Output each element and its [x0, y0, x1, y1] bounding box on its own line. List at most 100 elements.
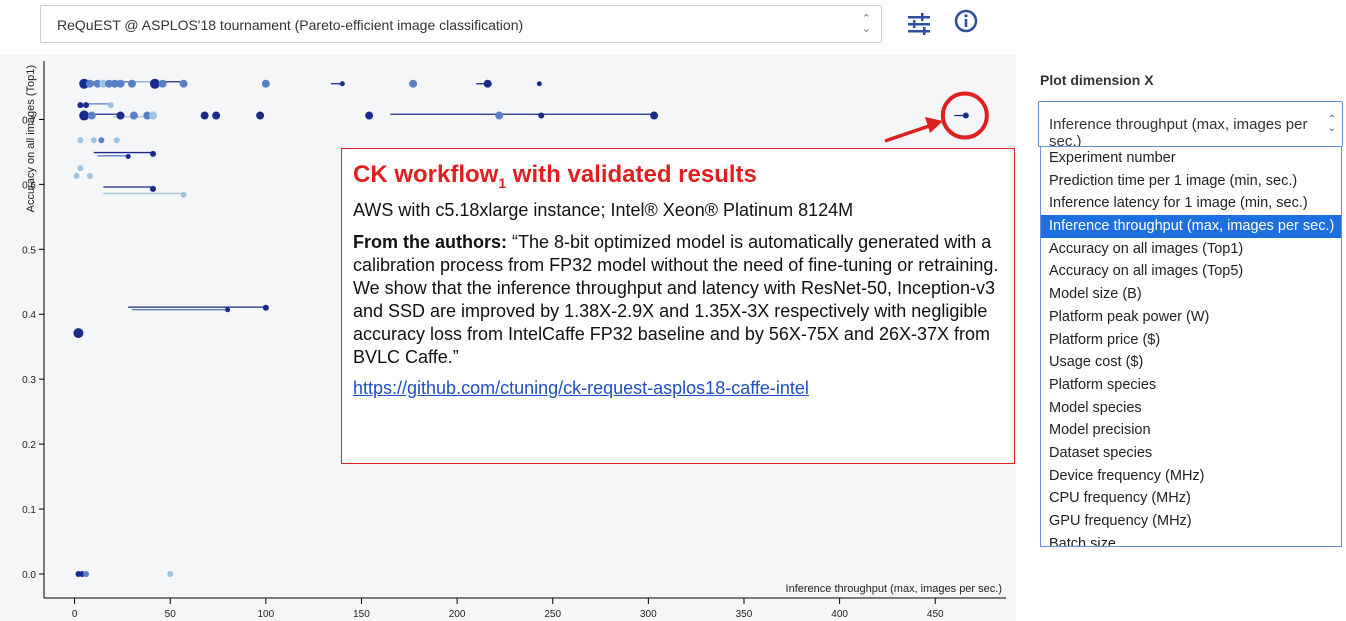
- x-tick-label: 100: [258, 609, 275, 620]
- data-point: [962, 112, 969, 119]
- data-point: [261, 79, 270, 88]
- x-tick-label: 350: [736, 609, 753, 620]
- data-point: [180, 191, 187, 198]
- data-point: [73, 328, 84, 339]
- dimension-option[interactable]: Prediction time per 1 image (min, sec.): [1041, 170, 1341, 193]
- data-point: [86, 172, 93, 179]
- data-point: [495, 111, 504, 120]
- y-tick-label: 0.2: [22, 440, 36, 451]
- y-tick-label: 0.4: [22, 310, 36, 321]
- data-point: [149, 111, 158, 120]
- data-point: [179, 79, 188, 88]
- dimension-option[interactable]: Platform price ($): [1041, 329, 1341, 352]
- callout-github-link[interactable]: https://github.com/ctuning/ck-request-as…: [353, 378, 809, 398]
- x-tick-label: 50: [165, 609, 177, 620]
- callout-authors-label: From the authors:: [353, 231, 508, 252]
- highlight-arrow: [884, 123, 933, 143]
- dimension-option[interactable]: Inference latency for 1 image (min, sec.…: [1041, 192, 1341, 215]
- data-point: [79, 110, 90, 121]
- dimension-option[interactable]: Model precision: [1041, 419, 1341, 442]
- sliders-icon[interactable]: [904, 9, 934, 39]
- x-tick-label: 0: [72, 609, 78, 620]
- dimension-option[interactable]: Platform species: [1041, 374, 1341, 397]
- y-tick-label: 0.5: [22, 245, 36, 256]
- dimension-option[interactable]: GPU frequency (MHz): [1041, 510, 1341, 533]
- x-tick-label: 450: [927, 609, 944, 620]
- data-point: [107, 102, 114, 109]
- data-point: [116, 79, 125, 88]
- dimension-option[interactable]: Inference throughput (max, images per se…: [1041, 215, 1341, 238]
- y-axis-label: Accuracy on all images (Top1): [25, 65, 37, 212]
- dimension-option[interactable]: Model species: [1041, 397, 1341, 420]
- y-tick-label: 0.3: [22, 375, 36, 386]
- data-point: [73, 172, 80, 179]
- info-icon[interactable]: [953, 9, 983, 39]
- callout-title-subscript: 1: [498, 174, 507, 191]
- data-point: [90, 137, 97, 144]
- dimension-option[interactable]: Accuracy on all images (Top5): [1041, 260, 1341, 283]
- tournament-select[interactable]: ReQuEST @ ASPLOS'18 tournament (Pareto-e…: [40, 5, 882, 43]
- plot-dimension-select[interactable]: Inference throughput (max, images per se…: [1038, 101, 1343, 150]
- plot-dimension-selected: Inference throughput (max, images per se…: [1049, 116, 1308, 150]
- callout-platform: AWS with c5.18xlarge instance; Intel® Xe…: [353, 199, 854, 220]
- data-point: [129, 111, 138, 120]
- data-point: [158, 79, 167, 88]
- data-point: [116, 111, 125, 120]
- x-tick-label: 400: [831, 609, 848, 620]
- callout-authors: From the authors: “The 8-bit optimized m…: [353, 231, 1003, 369]
- data-point: [150, 185, 157, 192]
- callout-title-rest: with validated results: [506, 161, 757, 188]
- dimension-option[interactable]: Batch size: [1041, 533, 1341, 546]
- x-axis-label: Inference throughput (max, images per se…: [786, 583, 1002, 595]
- dimension-option[interactable]: Model size (B): [1041, 283, 1341, 306]
- dimension-option[interactable]: Dataset species: [1041, 442, 1341, 465]
- chevron-updown-icon: ⌃ ⌄: [861, 13, 871, 35]
- data-point: [365, 111, 374, 120]
- callout-title-main: CK workflow: [353, 161, 499, 188]
- x-tick-label: 300: [640, 609, 657, 620]
- data-point: [149, 78, 160, 89]
- y-tick-label: 0.1: [22, 505, 36, 516]
- tournament-select-value: ReQuEST @ ASPLOS'18 tournament (Pareto-e…: [57, 17, 524, 33]
- data-point: [113, 137, 120, 144]
- data-point: [225, 307, 231, 313]
- data-point: [483, 79, 492, 88]
- data-point: [83, 570, 90, 577]
- data-point: [85, 79, 94, 88]
- data-point: [339, 81, 345, 87]
- data-point: [409, 79, 418, 88]
- data-point: [127, 79, 136, 88]
- dimension-option[interactable]: Platform peak power (W): [1041, 306, 1341, 329]
- dimension-option[interactable]: Experiment number: [1041, 147, 1341, 170]
- x-tick-label: 200: [449, 609, 466, 620]
- data-point: [212, 111, 221, 120]
- data-point: [125, 153, 131, 159]
- data-point: [262, 304, 269, 311]
- dimension-option[interactable]: CPU frequency (MHz): [1041, 487, 1341, 510]
- dimension-option[interactable]: Device frequency (MHz): [1041, 465, 1341, 488]
- plot-dimension-title: Plot dimension X: [1040, 72, 1154, 88]
- chevron-updown-icon: ⌃ ⌄: [1327, 114, 1336, 134]
- data-point: [77, 165, 84, 172]
- plot-dimension-options: Experiment number Prediction time per 1 i…: [1040, 146, 1342, 547]
- data-point: [77, 102, 84, 109]
- dimension-option[interactable]: Accuracy on all images (Top1): [1041, 238, 1341, 261]
- data-point: [200, 111, 209, 120]
- callout-title: CK workflow1 with validated results: [353, 161, 1003, 191]
- data-point: [538, 112, 545, 119]
- x-tick-label: 250: [544, 609, 561, 620]
- x-tick-label: 150: [353, 609, 370, 620]
- data-point: [87, 111, 96, 120]
- data-point: [150, 150, 157, 157]
- highlight-arrow-head: [925, 117, 943, 133]
- data-point: [98, 137, 105, 144]
- data-point: [83, 102, 90, 109]
- callout-authors-text: “The 8-bit optimized model is automatica…: [353, 231, 999, 367]
- y-tick-label: 0.0: [22, 570, 36, 581]
- dimension-option[interactable]: Usage cost ($): [1041, 351, 1341, 374]
- data-point: [256, 111, 265, 120]
- data-point: [650, 111, 659, 120]
- data-point: [167, 570, 174, 577]
- data-point: [536, 81, 542, 87]
- data-point: [77, 137, 84, 144]
